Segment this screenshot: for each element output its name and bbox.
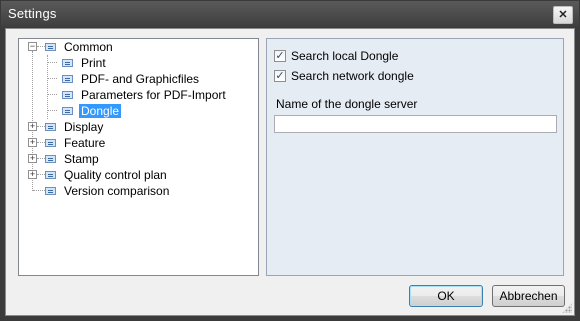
tree-item-label: Quality control plan [64, 168, 167, 182]
search-network-dongle-checkbox[interactable]: ✓ [274, 70, 286, 82]
settings-window: Settings ✕ − + + + + Common Print PDF- a… [0, 0, 580, 321]
tree-line [48, 62, 57, 63]
page-icon [62, 91, 73, 99]
close-button[interactable]: ✕ [553, 6, 573, 24]
page-icon [45, 187, 56, 195]
expand-icon[interactable]: + [28, 122, 37, 131]
page-icon [45, 139, 56, 147]
dongle-server-label: Name of the dongle server [276, 97, 418, 111]
tree-item-pdf-graphicfiles[interactable]: PDF- and Graphicfiles [62, 71, 201, 87]
search-network-dongle-option[interactable]: ✓ Search network dongle [274, 69, 414, 83]
cancel-button[interactable]: Abbrechen [492, 285, 565, 307]
ok-button[interactable]: OK [409, 285, 483, 307]
tree-line [48, 78, 57, 79]
tree-item-feature[interactable]: Feature [45, 135, 107, 151]
tree-item-label: Common [64, 40, 113, 54]
page-icon [45, 123, 56, 131]
search-local-dongle-label: Search local Dongle [291, 49, 399, 63]
collapse-icon[interactable]: − [28, 42, 37, 51]
tree-item-print[interactable]: Print [62, 55, 108, 71]
tree-item-label: Dongle [79, 104, 122, 118]
tree-item-pdf-import[interactable]: Parameters for PDF-Import [62, 87, 228, 103]
tree-line [37, 126, 45, 127]
dialog-body: − + + + + Common Print PDF- and Graphicf… [5, 28, 575, 316]
page-icon [62, 75, 73, 83]
page-icon [45, 155, 56, 163]
tree-item-display[interactable]: Display [45, 119, 105, 135]
tree-item-dongle[interactable]: Dongle [62, 103, 122, 119]
tree-line [33, 190, 45, 191]
expand-icon[interactable]: + [28, 170, 37, 179]
tree-line [48, 110, 57, 111]
title-bar[interactable]: Settings ✕ [1, 1, 579, 27]
close-icon: ✕ [558, 8, 568, 21]
expand-icon[interactable]: + [28, 138, 37, 147]
expand-icon[interactable]: + [28, 154, 37, 163]
tree-item-quality-control-plan[interactable]: Quality control plan [45, 167, 169, 183]
tree-item-version-comparison[interactable]: Version comparison [45, 183, 171, 199]
tree-item-label: Display [64, 120, 104, 134]
window-title: Settings [8, 6, 57, 21]
tree-line [37, 174, 45, 175]
search-network-dongle-label: Search network dongle [291, 69, 414, 83]
checkmark-icon: ✓ [275, 49, 285, 62]
tree-item-label: Feature [64, 136, 106, 150]
tree-line [37, 46, 45, 47]
tree-item-label: Stamp [64, 152, 99, 166]
page-icon [45, 43, 56, 51]
search-local-dongle-option[interactable]: ✓ Search local Dongle [274, 49, 398, 63]
dongle-settings-panel: ✓ Search local Dongle ✓ Search network d… [266, 38, 564, 276]
settings-tree[interactable]: − + + + + Common Print PDF- and Graphicf… [18, 38, 259, 276]
page-icon [45, 171, 56, 179]
tree-line [37, 158, 45, 159]
tree-item-stamp[interactable]: Stamp [45, 151, 101, 167]
dongle-server-input[interactable] [274, 115, 557, 133]
page-icon [62, 107, 73, 115]
checkmark-icon: ✓ [275, 69, 285, 82]
page-icon [62, 59, 73, 67]
tree-item-label: Print [81, 56, 106, 70]
tree-item-common[interactable]: Common [45, 39, 115, 55]
tree-line [48, 94, 57, 95]
tree-item-label: Parameters for PDF-Import [81, 88, 226, 102]
search-local-dongle-checkbox[interactable]: ✓ [274, 50, 286, 62]
tree-line [37, 142, 45, 143]
tree-item-label: Version comparison [64, 184, 170, 198]
tree-item-label: PDF- and Graphicfiles [81, 72, 200, 86]
